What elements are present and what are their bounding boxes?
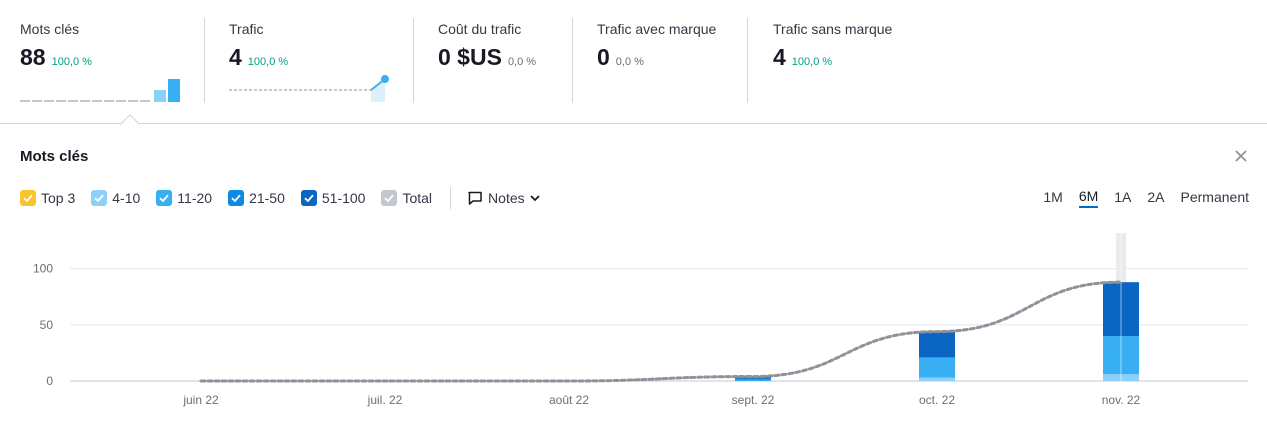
checkbox-21-50[interactable] [228,190,245,206]
metric-branded-traffic[interactable]: Trafic avec marque 0 0,0 % [597,0,742,104]
y-tick-label: 50 [40,318,54,332]
x-tick-label: juin 22 [182,393,219,407]
metric-label: Trafic [229,21,264,37]
checkbox-total[interactable] [381,190,398,206]
checkmark-icon [381,190,398,206]
legend-total[interactable]: Total [381,190,432,206]
metric-value: 4 [229,44,242,70]
series-legend: Top 3 4-10 11-20 21-50 51-100 Total Note… [20,187,541,209]
legend-label: 11-20 [177,190,213,206]
checkbox-fill [381,190,398,206]
metric-value: 4 [773,44,786,70]
bar-segment [919,377,955,381]
metric-label: Mots clés [20,21,80,37]
checkbox-fill [91,190,108,206]
chevron-down-icon [529,195,540,202]
legend-label: Top 3 [41,190,76,206]
range-1a[interactable]: 1A [1114,189,1131,207]
notes-dropdown[interactable]: Notes [467,190,541,206]
notes-label: Notes [488,190,525,206]
legend-label: 51-100 [321,190,366,206]
metric-value: 0 [597,44,610,70]
metrics-strip: Mots clés 88 100,0 % Trafic 4 100,0 % Co… [0,0,1267,124]
metric-value: 88 [20,44,46,70]
keywords-chart: 0 50 100 juin 22 juil. 22 août 22 sept. 22 oct.… [33,233,1248,407]
range-1m[interactable]: 1M [1043,189,1062,207]
checkbox-fill [156,190,173,206]
bar-segment [919,331,955,358]
bar-segment [735,379,771,381]
checkmark-icon [91,190,108,206]
legend-divider [450,187,452,209]
range-2a[interactable]: 2A [1147,189,1164,207]
range-permanent[interactable]: Permanent [1181,189,1249,207]
checkbox-fill [20,190,36,206]
range-selector: 1M 6M 1A 2A Permanent [1027,188,1249,208]
metric-divider [572,18,573,103]
checkbox-top3[interactable] [20,190,36,206]
metric-non-branded-traffic[interactable]: Trafic sans marque 4 100,0 % [773,0,933,104]
checkmark-icon [300,190,317,206]
x-tick-label: août 22 [549,393,589,407]
range-6m[interactable]: 6M [1078,188,1099,208]
legend-label: Total [402,190,433,206]
x-tick-label: nov. 22 [1102,393,1141,407]
checkbox-fill [300,190,317,206]
checkbox-11-20[interactable] [156,190,173,206]
checkmark-icon [228,190,245,206]
checkmark-icon [156,190,173,206]
x-tick-label: oct. 22 [919,393,955,407]
checkbox-fill [228,190,245,206]
keywords-sparkline [20,79,180,102]
legend-label: 21-50 [249,190,285,206]
total-line [199,280,1123,383]
close-icon [1235,150,1247,162]
bar-segment [919,357,955,378]
legend-11-20[interactable]: 11-20 [156,190,212,206]
legend-21-50[interactable]: 21-50 [228,190,285,206]
legend-51-100[interactable]: 51-100 [300,190,366,206]
x-tick-label: sept. 22 [732,393,775,407]
metric-change: 100,0 % [51,56,92,68]
metric-divider [413,18,414,103]
metric-traffic[interactable]: Trafic 4 100,0 % [229,0,394,104]
checkbox-51-100[interactable] [300,190,317,206]
legend-top3[interactable]: Top 3 [20,190,75,206]
comment-icon [468,191,482,205]
metric-label: Trafic sans marque [773,21,893,37]
checkmark-icon [20,190,36,206]
metric-change: 100,0 % [791,56,833,68]
x-tick-label: juil. 22 [367,393,403,407]
metric-change: 0,0 % [615,56,644,68]
bar-segment [735,378,771,380]
metric-change: 100,0 % [247,56,289,68]
metric-label: Coût du trafic [438,21,522,37]
legend-label: 4-10 [112,190,141,206]
metric-divider [747,18,748,103]
close-button[interactable] [1233,148,1249,164]
panel-title: Mots clés [20,148,89,165]
metric-value: 0 $US [438,44,502,70]
metric-change: 0,0 % [507,56,537,68]
metric-divider [204,18,205,103]
traffic-sparkline [229,75,389,102]
metric-traffic-cost[interactable]: Coût du trafic 0 $US 0,0 % [438,0,568,104]
metric-label: Trafic avec marque [597,21,717,37]
legend-4-10[interactable]: 4-10 [91,190,140,206]
y-tick-label: 0 [46,374,53,388]
checkbox-4-10[interactable] [91,190,108,206]
metric-keywords[interactable]: Mots clés 88 100,0 % [20,0,185,104]
y-tick-label: 100 [33,262,53,276]
